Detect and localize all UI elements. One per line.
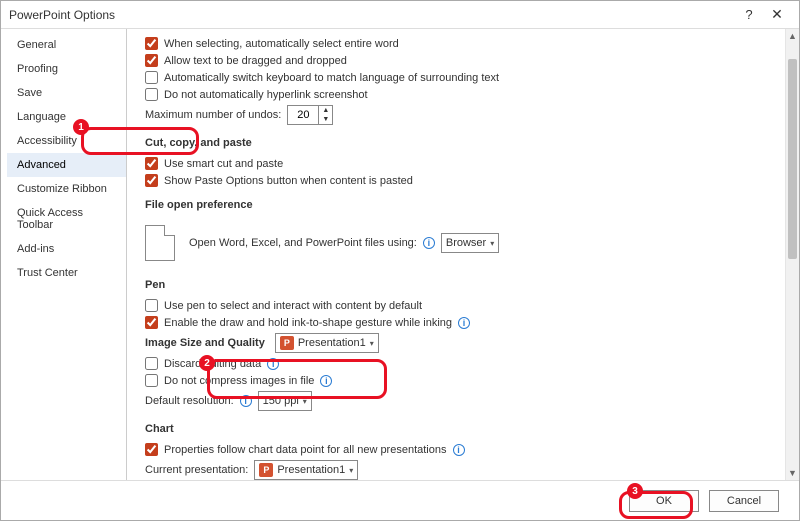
checkbox-do-not-compress[interactable] xyxy=(145,374,158,387)
current-presentation-value: Presentation1 xyxy=(277,464,345,476)
heading-image-size-quality: Image Size and Quality P Presentation1 ▾ xyxy=(145,333,777,353)
advanced-options-content: When selecting, automatically select ent… xyxy=(127,29,785,480)
info-icon[interactable]: i xyxy=(320,375,332,387)
label-select-word: When selecting, automatically select ent… xyxy=(164,38,399,50)
opt-row: Do not automatically hyperlink screensho… xyxy=(145,88,777,101)
checkbox-use-pen[interactable] xyxy=(145,299,158,312)
close-icon[interactable]: ✕ xyxy=(763,4,791,26)
heading-pen: Pen xyxy=(145,279,777,291)
label-do-not-compress: Do not compress images in file xyxy=(164,375,314,387)
label-no-hyperlink-screenshot: Do not automatically hyperlink screensho… xyxy=(164,89,368,101)
file-icon xyxy=(145,225,175,261)
scroll-thumb[interactable] xyxy=(788,59,797,259)
sidebar-item-save[interactable]: Save xyxy=(7,81,126,105)
info-icon[interactable]: i xyxy=(267,358,279,370)
heading-cut-copy-paste: Cut, copy, and paste xyxy=(145,137,777,149)
checkbox-chart-props-all[interactable] xyxy=(145,443,158,456)
dialog-body: General Proofing Save Language Accessibi… xyxy=(1,29,799,480)
info-icon[interactable]: i xyxy=(458,317,470,329)
sidebar-item-language[interactable]: Language xyxy=(7,105,126,129)
opt-row: Show Paste Options button when content i… xyxy=(145,174,777,187)
sidebar-item-add-ins[interactable]: Add-ins xyxy=(7,237,126,261)
checkbox-paste-options[interactable] xyxy=(145,174,158,187)
chevron-down-icon: ▾ xyxy=(349,466,353,475)
checkbox-ink-to-shape[interactable] xyxy=(145,316,158,329)
file-open-row: Open Word, Excel, and PowerPoint files u… xyxy=(145,219,777,267)
spinner-buttons[interactable]: ▲▼ xyxy=(318,106,332,124)
checkbox-select-word[interactable] xyxy=(145,37,158,50)
content-panel: When selecting, automatically select ent… xyxy=(127,29,799,480)
sidebar-item-advanced[interactable]: Advanced xyxy=(7,153,126,177)
powerpoint-options-dialog: PowerPoint Options ? ✕ General Proofing … xyxy=(0,0,800,521)
powerpoint-badge-icon: P xyxy=(259,463,273,477)
titlebar: PowerPoint Options ? ✕ xyxy=(1,1,799,29)
chevron-down-icon: ▾ xyxy=(370,339,374,348)
opt-row: Properties follow chart data point for a… xyxy=(145,443,777,456)
label-use-pen: Use pen to select and interact with cont… xyxy=(164,300,422,312)
label-ink-to-shape: Enable the draw and hold ink-to-shape ge… xyxy=(164,317,452,329)
vertical-scrollbar[interactable]: ▲ ▼ xyxy=(785,29,799,480)
checkbox-discard-editing-data[interactable] xyxy=(145,357,158,370)
undo-row: Maximum number of undos: ▲▼ xyxy=(145,105,777,125)
cancel-button[interactable]: Cancel xyxy=(709,490,779,512)
label-current-presentation: Current presentation: xyxy=(145,464,248,476)
opt-row: Use pen to select and interact with cont… xyxy=(145,299,777,312)
checkbox-drag-drop[interactable] xyxy=(145,54,158,67)
checkbox-auto-keyboard[interactable] xyxy=(145,71,158,84)
current-presentation-row: Current presentation: P Presentation1 ▾ xyxy=(145,460,777,480)
opt-row: Do not compress images in file i xyxy=(145,374,777,387)
label-discard-editing-data: Discard editing data xyxy=(164,358,261,370)
default-resolution-value: 150 ppi xyxy=(263,395,299,407)
label-default-resolution: Default resolution: xyxy=(145,395,234,407)
default-resolution-dropdown[interactable]: 150 ppi ▾ xyxy=(258,391,312,411)
chevron-down-icon: ▾ xyxy=(303,397,307,406)
sidebar-item-accessibility[interactable]: Accessibility xyxy=(7,129,126,153)
label-auto-keyboard: Automatically switch keyboard to match l… xyxy=(164,72,499,84)
chevron-down-icon: ▾ xyxy=(490,239,494,248)
info-icon[interactable]: i xyxy=(240,395,252,407)
checkbox-smart-cut-paste[interactable] xyxy=(145,157,158,170)
file-open-dropdown[interactable]: Browser ▾ xyxy=(441,233,499,253)
image-quality-scope-value: Presentation1 xyxy=(298,337,366,349)
scroll-down-icon[interactable]: ▼ xyxy=(786,466,799,480)
heading-image-size-quality-label: Image Size and Quality xyxy=(145,337,265,349)
heading-chart: Chart xyxy=(145,423,777,435)
sidebar-item-general[interactable]: General xyxy=(7,33,126,57)
file-open-value: Browser xyxy=(446,237,486,249)
opt-row: When selecting, automatically select ent… xyxy=(145,37,777,50)
sidebar-item-quick-access-toolbar[interactable]: Quick Access Toolbar xyxy=(7,201,126,237)
max-undos-input[interactable] xyxy=(288,106,318,124)
label-drag-drop: Allow text to be dragged and dropped xyxy=(164,55,347,67)
info-icon[interactable]: i xyxy=(423,237,435,249)
opt-row: Use smart cut and paste xyxy=(145,157,777,170)
opt-row: Enable the draw and hold ink-to-shape ge… xyxy=(145,316,777,329)
label-file-open: Open Word, Excel, and PowerPoint files u… xyxy=(189,237,417,249)
help-icon[interactable]: ? xyxy=(735,4,763,26)
ok-button[interactable]: OK xyxy=(629,490,699,512)
sidebar-item-trust-center[interactable]: Trust Center xyxy=(7,261,126,285)
info-icon[interactable]: i xyxy=(453,444,465,456)
image-quality-scope-dropdown[interactable]: P Presentation1 ▾ xyxy=(275,333,379,353)
opt-row: Allow text to be dragged and dropped xyxy=(145,54,777,67)
label-paste-options: Show Paste Options button when content i… xyxy=(164,175,413,187)
label-smart-cut-paste: Use smart cut and paste xyxy=(164,158,283,170)
sidebar-item-customize-ribbon[interactable]: Customize Ribbon xyxy=(7,177,126,201)
current-presentation-dropdown[interactable]: P Presentation1 ▾ xyxy=(254,460,358,480)
opt-row: Discard editing data i xyxy=(145,357,777,370)
sidebar-item-proofing[interactable]: Proofing xyxy=(7,57,126,81)
dialog-button-bar: OK Cancel xyxy=(1,480,799,520)
opt-row: Automatically switch keyboard to match l… xyxy=(145,71,777,84)
checkbox-no-hyperlink-screenshot[interactable] xyxy=(145,88,158,101)
label-chart-props-all: Properties follow chart data point for a… xyxy=(164,444,447,456)
powerpoint-badge-icon: P xyxy=(280,336,294,350)
default-resolution-row: Default resolution: i 150 ppi ▾ xyxy=(145,391,777,411)
label-max-undos: Maximum number of undos: xyxy=(145,109,281,121)
dialog-title: PowerPoint Options xyxy=(9,8,735,22)
category-sidebar: General Proofing Save Language Accessibi… xyxy=(7,29,127,480)
heading-file-open: File open preference xyxy=(145,199,777,211)
max-undos-spinner[interactable]: ▲▼ xyxy=(287,105,333,125)
scroll-up-icon[interactable]: ▲ xyxy=(786,29,799,43)
